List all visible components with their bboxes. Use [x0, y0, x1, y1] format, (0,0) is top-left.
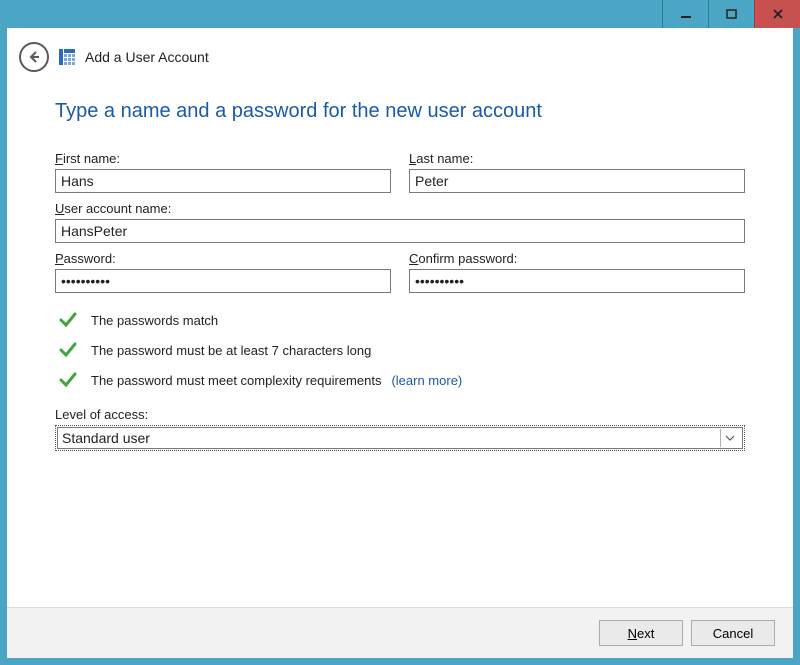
check-icon	[59, 341, 77, 359]
chevron-down-icon	[720, 429, 738, 447]
confirm-input[interactable]	[409, 269, 745, 293]
back-button[interactable]	[19, 42, 49, 72]
account-name-input[interactable]	[55, 219, 745, 243]
first-name-label: First name:	[55, 151, 391, 166]
close-button[interactable]	[754, 0, 800, 28]
check-text: The passwords match	[91, 313, 218, 328]
header: Add a User Account	[7, 28, 793, 86]
check-icon	[59, 371, 77, 389]
check-row-length: The password must be at least 7 characte…	[55, 341, 745, 359]
check-text: The password must meet complexity requir…	[91, 373, 462, 388]
footer: Next Cancel	[7, 607, 793, 658]
check-icon	[59, 311, 77, 329]
last-name-input[interactable]	[409, 169, 745, 193]
account-name-label: User account name:	[55, 201, 745, 216]
confirm-field-group: Confirm password:	[409, 251, 745, 293]
content: Type a name and a password for the new u…	[7, 86, 793, 607]
minimize-icon	[680, 8, 692, 20]
password-input[interactable]	[55, 269, 391, 293]
confirm-label: Confirm password:	[409, 251, 745, 266]
last-name-label: Last name:	[409, 151, 745, 166]
account-name-field-group: User account name:	[55, 201, 745, 243]
first-name-field-group: First name:	[55, 151, 391, 193]
password-field-group: Password:	[55, 251, 391, 293]
account-row: User account name:	[55, 201, 745, 243]
page-heading: Type a name and a password for the new u…	[55, 100, 745, 123]
close-icon	[772, 8, 784, 20]
first-name-input[interactable]	[55, 169, 391, 193]
level-select[interactable]: Standard user	[57, 427, 743, 449]
check-row-complexity: The password must meet complexity requir…	[55, 371, 745, 389]
name-row: First name: Last name:	[55, 151, 745, 193]
level-field-group: Level of access: Standard user	[55, 407, 745, 451]
check-row-match: The passwords match	[55, 311, 745, 329]
dashboard-icon	[59, 49, 75, 65]
level-value: Standard user	[62, 430, 150, 446]
window: Add a User Account Type a name and a pas…	[0, 0, 800, 665]
titlebar-buttons	[662, 0, 800, 28]
back-arrow-icon	[26, 49, 42, 65]
header-title: Add a User Account	[85, 49, 209, 65]
password-row: Password: Confirm password:	[55, 251, 745, 293]
last-name-field-group: Last name:	[409, 151, 745, 193]
password-label: Password:	[55, 251, 391, 266]
learn-more-link[interactable]: (learn more)	[391, 373, 462, 388]
client-area: Add a User Account Type a name and a pas…	[7, 28, 793, 658]
minimize-button[interactable]	[662, 0, 708, 28]
validation-checks: The passwords match The password must be…	[55, 311, 745, 389]
maximize-icon	[726, 8, 738, 20]
cancel-button[interactable]: Cancel	[691, 620, 775, 646]
next-button[interactable]: Next	[599, 620, 683, 646]
check-text: The password must be at least 7 characte…	[91, 343, 371, 358]
maximize-button[interactable]	[708, 0, 754, 28]
level-label: Level of access:	[55, 407, 745, 422]
titlebar	[0, 0, 800, 28]
level-select-wrap: Standard user	[55, 425, 745, 451]
